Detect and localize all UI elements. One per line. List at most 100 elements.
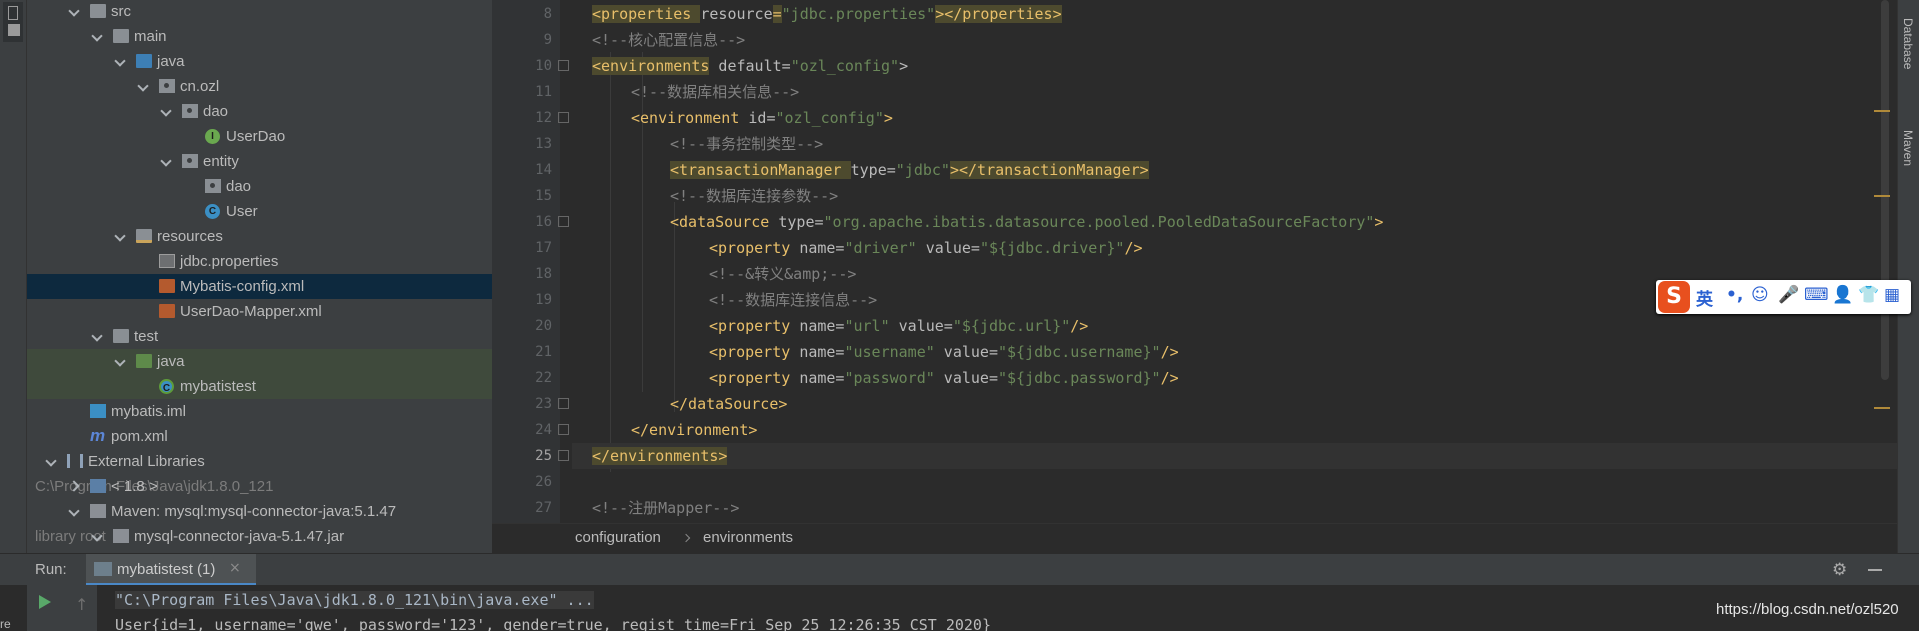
tree-item[interactable]: I UserDao [27,124,492,149]
project-tool-tab[interactable] [3,2,23,42]
code-token: <property [709,317,800,335]
line-number: 24 [535,422,552,438]
tree-item[interactable]: Mybatis-config.xml [27,274,492,299]
code-token: <environment [631,109,749,127]
chevron-down-icon[interactable] [114,55,126,67]
code-token: "jdbc" [895,161,950,179]
code-line[interactable]: <!--数据库相关信息--> [572,79,1897,105]
code-line[interactable]: <!--数据库连接参数--> [572,183,1897,209]
up-arrow-icon[interactable]: ↑ [75,595,88,614]
rerun-play-icon[interactable] [39,595,51,609]
fold-marker-icon[interactable] [558,398,569,409]
tree-item[interactable]: dao [27,174,492,199]
minimize-icon[interactable] [1868,569,1882,571]
breadcrumb-item-configuration[interactable]: configuration [575,529,661,546]
code-line[interactable]: <property name="url" value="${jdbc.url}"… [572,313,1897,339]
code-area[interactable]: <properties resource="jdbc.properties"><… [572,0,1897,530]
chevron-down-icon[interactable] [160,155,172,167]
code-token: <property [709,343,800,361]
run-tab-mybatistest[interactable]: mybatistest (1) × [86,554,256,586]
chevron-down-icon[interactable] [91,330,103,342]
chevron-down-icon[interactable] [114,355,126,367]
tree-item[interactable]: C User [27,199,492,224]
code-line[interactable]: </environment> [572,417,1897,443]
tree-item[interactable]: entity [27,149,492,174]
code-line[interactable]: <transactionManager type="jdbc"></transa… [572,157,1897,183]
skin-icon[interactable]: 👕 [1858,285,1879,305]
code-token: > [883,109,893,127]
code-token: value= [889,317,953,335]
tree-item[interactable]: java [27,49,492,74]
tree-item[interactable]: src [27,0,492,24]
microphone-icon[interactable]: 🎤 [1778,285,1799,305]
fold-marker-icon[interactable] [558,60,569,71]
tree-item[interactable]: dao [27,99,492,124]
chevron-down-icon[interactable] [68,5,80,17]
code-token: <!--事务控制类型--> [670,135,824,153]
fold-marker-icon[interactable] [558,216,569,227]
emoji-icon[interactable]: ☺ [1751,285,1769,305]
warning-mark[interactable] [1874,195,1890,197]
toolbox-icon[interactable]: ▦ [1884,285,1900,305]
tree-item[interactable]: m pom.xml [27,424,492,449]
chevron-down-icon[interactable] [68,505,80,517]
punctuation-icon[interactable]: •, [1726,285,1743,305]
code-line[interactable]: <property name="password" value="${jdbc.… [572,365,1897,391]
code-line[interactable]: </environments> [572,443,1897,469]
tree-item[interactable]: mybatis.iml [27,399,492,424]
chevron-down-icon[interactable] [114,230,126,242]
chevron-down-icon[interactable] [91,30,103,42]
tree-item[interactable]: mysql-connector-java-5.1.47.jar library r… [27,524,492,549]
code-token: id= [748,109,776,127]
code-line[interactable]: <properties resource="jdbc.properties"><… [572,1,1897,27]
tree-item[interactable]: resources [27,224,492,249]
fold-marker-icon[interactable] [558,112,569,123]
tree-item-label: < 1.8 > [111,478,158,495]
tree-item[interactable]: Maven: mysql:mysql-connector-java:5.1.47 [27,499,492,524]
source-folder-icon [136,54,152,68]
warning-mark[interactable] [1874,110,1890,112]
tree-item[interactable]: External Libraries [27,449,492,474]
code-line[interactable]: </dataSource> [572,391,1897,417]
ime-language-toggle[interactable]: 英 [1696,285,1713,310]
left-bottom-tab[interactable]: re [0,617,11,631]
fold-marker-icon[interactable] [558,450,569,461]
code-line[interactable]: <!--核心配置信息--> [572,27,1897,53]
database-tool-tab[interactable]: Database [1901,18,1915,69]
breadcrumb-item-environments[interactable]: environments [703,529,793,546]
run-console[interactable]: "C:\Program Files\Java\jdk1.8.0_121\bin\… [0,585,1919,631]
warning-mark[interactable] [1874,407,1890,409]
fold-marker-icon[interactable] [558,424,569,435]
chevron-down-icon[interactable] [45,455,57,467]
code-editor[interactable]: 8 9 10 11 12 13 14 15 16 17 18 19 20 21 22 23 24 25 26 27 <… [492,0,1897,530]
tree-item[interactable]: java [27,349,492,374]
code-line[interactable]: <property name="username" value="${jdbc.… [572,339,1897,365]
test-class-icon: C [159,379,174,394]
tree-item[interactable]: cn.ozl [27,74,492,99]
code-line[interactable]: <!--注册Mapper--> [572,495,1897,521]
code-line[interactable]: <!--事务控制类型--> [572,131,1897,157]
chevron-down-icon[interactable] [160,105,172,117]
tree-item[interactable]: UserDao-Mapper.xml [27,299,492,324]
tree-item[interactable]: main [27,24,492,49]
code-line[interactable] [572,469,1897,495]
code-line[interactable]: <environments default="ozl_config"> [572,53,1897,79]
code-token: <property [709,239,800,257]
chevron-down-icon[interactable] [137,80,149,92]
gear-icon[interactable]: ⚙ [1832,560,1847,580]
tree-item[interactable]: jdbc.properties [27,249,492,274]
close-icon[interactable]: × [229,560,241,576]
tree-item-label: mysql-connector-java-5.1.47.jar [134,528,345,545]
user-icon[interactable]: 👤 [1832,285,1853,305]
code-line[interactable]: <environment id="ozl_config"> [572,105,1897,131]
sogou-logo-icon[interactable]: S [1658,281,1690,313]
keyboard-icon[interactable]: ⌨ [1804,285,1829,305]
tree-item-label: UserDao [226,128,286,145]
ime-toolbar[interactable]: S 英 •, ☺ 🎤 ⌨ 👤 👕 ▦ [1656,280,1911,314]
maven-tool-tab[interactable]: Maven [1901,130,1915,166]
code-line[interactable]: <property name="driver" value="${jdbc.dr… [572,235,1897,261]
tree-item[interactable]: < 1.8 > C:\Program Files\Java\jdk1.8.0_12… [27,474,492,499]
tree-item[interactable]: Cmybatistest [27,374,492,399]
tree-item[interactable]: test [27,324,492,349]
code-line[interactable]: <dataSource type="org.apache.ibatis.data… [572,209,1897,235]
